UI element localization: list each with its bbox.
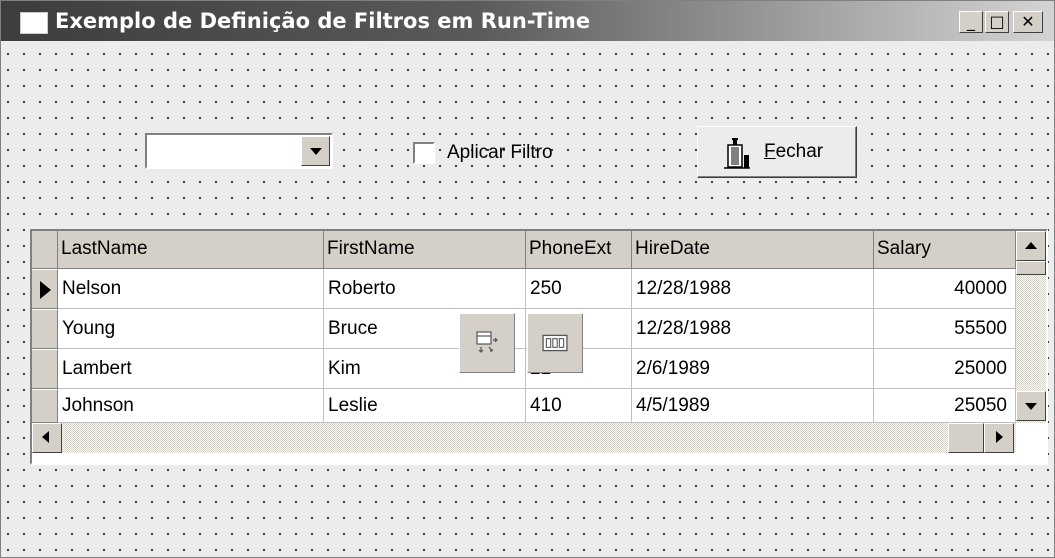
cell-salary[interactable]: 40000 [874,269,1016,309]
scroll-down-button[interactable] [1016,391,1046,421]
grid-corner [32,231,58,269]
cell-hiredate[interactable]: 12/28/1988 [632,309,874,349]
scroll-right-button[interactable] [984,423,1014,453]
horizontal-scrollbar[interactable] [32,423,1016,453]
vertical-scroll-thumb[interactable] [1016,261,1046,275]
apply-filter-checkbox[interactable]: Aplicar Filtro [411,139,553,167]
close-form-label-rest: echar [775,141,824,162]
vertical-scrollbar[interactable] [1016,231,1046,423]
accelerator-key: F [764,141,776,162]
datasource-component-icon [542,334,568,352]
datasource-component[interactable] [527,313,583,373]
arrow-right-icon [996,431,1003,443]
title-bar[interactable]: Exemplo de Definição de Filtros em Run-T… [1,1,1054,41]
arrow-up-icon [1025,242,1037,249]
combo-dropdown-button[interactable] [301,136,330,166]
chevron-down-icon [310,148,322,155]
cell-firstname[interactable]: Leslie [324,389,526,423]
cell-hiredate[interactable]: 12/28/1988 [632,269,874,309]
close-window-button[interactable]: ✕ [1013,11,1043,33]
scroll-up-button[interactable] [1016,231,1046,261]
apply-filter-label: Aplicar Filtro [447,142,553,163]
cell-hiredate[interactable]: 2/6/1989 [632,349,874,389]
column-header-hiredate[interactable]: HireDate [632,231,874,269]
row-indicator[interactable] [32,309,58,349]
horizontal-scroll-thumb[interactable] [948,423,984,453]
cell-lastname[interactable]: Nelson [58,269,324,309]
table-component[interactable] [459,313,515,373]
cell-lastname[interactable]: Johnson [58,389,324,423]
app-window: Exemplo de Definição de Filtros em Run-T… [0,0,1055,558]
cell-phoneext[interactable]: 410 [526,389,632,423]
filter-combobox[interactable] [145,133,333,169]
row-indicator[interactable] [32,349,58,389]
column-header-lastname[interactable]: LastName [58,231,324,269]
close-form-button[interactable]: Fechar [697,126,857,178]
minimize-button[interactable]: _ [959,11,983,33]
maximize-button[interactable]: □ [985,11,1009,33]
row-indicator[interactable] [32,389,58,423]
form-surface: Aplicar Filtro Fechar LastName FirstName… [1,41,1054,557]
cell-firstname[interactable]: Roberto [324,269,526,309]
cell-salary[interactable]: 25000 [874,349,1016,389]
checkbox-box[interactable] [413,142,435,164]
arrow-left-icon [42,431,49,443]
scroll-left-button[interactable] [32,423,62,453]
row-indicator[interactable] [32,269,58,309]
current-row-pointer-icon [40,281,51,299]
table-component-icon [476,331,498,353]
close-form-label: Fechar [764,139,823,165]
cell-lastname[interactable]: Young [58,309,324,349]
cell-lastname[interactable]: Lambert [58,349,324,389]
door-exit-icon [724,138,750,169]
window-icon [20,12,48,34]
window-title: Exemplo de Definição de Filtros em Run-T… [55,9,591,33]
cell-hiredate[interactable]: 4/5/1989 [632,389,874,423]
column-header-firstname[interactable]: FirstName [324,231,526,269]
column-header-salary[interactable]: Salary [874,231,1016,269]
column-header-phoneext[interactable]: PhoneExt [526,231,632,269]
arrow-down-icon [1025,403,1037,410]
cell-phoneext[interactable]: 250 [526,269,632,309]
cell-salary[interactable]: 55500 [874,309,1016,349]
cell-salary[interactable]: 25050 [874,389,1016,423]
